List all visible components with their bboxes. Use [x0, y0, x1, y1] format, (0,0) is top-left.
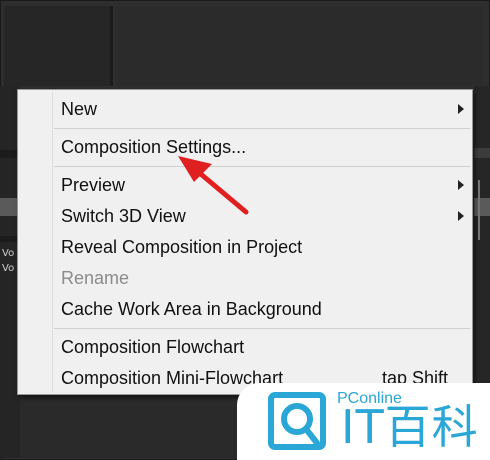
layer-label: Vo [2, 263, 15, 274]
menu-item-label: Switch 3D View [61, 206, 186, 226]
panel-right-divider [474, 148, 490, 158]
menu-item-label: Composition Flowchart [61, 337, 245, 357]
menu-separator [54, 328, 470, 329]
menu-item-label: Cache Work Area in Background [61, 299, 322, 319]
menu-item-composition-flowchart[interactable]: Composition Flowchart [20, 333, 470, 361]
screenshot-stage: Vo Vo New Composition Settings... Previe… [0, 0, 490, 460]
timeline-bottom-area [20, 396, 250, 458]
menu-item-cache-work-area[interactable]: Cache Work Area in Background [20, 295, 470, 323]
menu-item-reveal-composition[interactable]: Reveal Composition in Project [20, 233, 470, 261]
watermark-brand: IT百科 [341, 400, 479, 454]
composition-viewer-panel [116, 6, 482, 86]
panel-right-bar [474, 198, 490, 216]
menu-item-label: Preview [61, 175, 126, 195]
panel-top-left [4, 6, 113, 86]
red-arrow-icon [178, 156, 249, 215]
layer-label: Vo [2, 248, 15, 259]
panel-right-strip [474, 86, 490, 386]
menu-separator [54, 166, 470, 167]
context-menu: New Composition Settings... Preview Swit… [17, 89, 473, 395]
submenu-arrow-icon [458, 211, 464, 221]
submenu-arrow-icon [458, 180, 464, 190]
menu-item-label: Rename [61, 268, 130, 288]
menu-item-rename: Rename [20, 264, 470, 292]
menu-item-label: New [61, 99, 98, 119]
scrollbar[interactable] [478, 180, 480, 240]
magnifier-logo-icon [268, 392, 326, 450]
menu-item-new[interactable]: New [20, 95, 470, 123]
submenu-arrow-icon [458, 104, 464, 114]
watermark: PConline IT百科 [237, 383, 490, 460]
menu-separator [54, 128, 470, 129]
menu-item-label: Reveal Composition in Project [61, 237, 303, 257]
